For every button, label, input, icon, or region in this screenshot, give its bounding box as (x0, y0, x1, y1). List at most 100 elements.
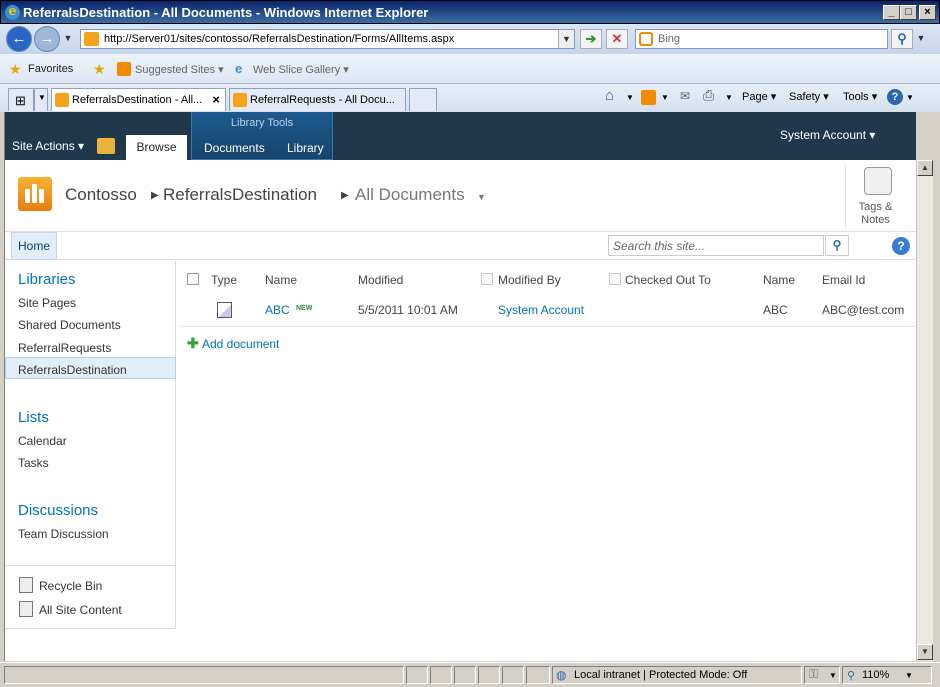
tab-referrals-destination[interactable]: ReferralsDestination - All... × (51, 88, 226, 111)
close-tab-icon[interactable]: × (212, 92, 220, 107)
quicklaunch-item[interactable]: Calendar (18, 434, 67, 448)
column-header-modified-by[interactable]: Modified By (498, 273, 561, 287)
zoom-icon: ⚲ (847, 670, 856, 682)
page-menu[interactable]: Page ▾ (742, 90, 776, 103)
tab-list-dropdown[interactable]: ▼ (34, 88, 48, 111)
scroll-up-button[interactable]: ▲ (917, 160, 933, 176)
quicklaunch-item[interactable]: Shared Documents (18, 318, 121, 332)
document-modified-by-link[interactable]: System Account (498, 303, 584, 317)
back-button[interactable]: ← (6, 26, 32, 52)
sharepoint-help-icon[interactable]: ? (892, 237, 910, 255)
history-dropdown[interactable]: ▼ (60, 29, 76, 49)
scroll-down-button[interactable]: ▼ (917, 644, 933, 660)
security-zone-text: Local intranet | Protected Mode: Off (574, 669, 748, 681)
go-button[interactable]: ➔ (580, 29, 602, 49)
home-nav-link[interactable]: Home (11, 232, 57, 260)
libraries-heading[interactable]: Libraries (18, 271, 76, 288)
maximize-button[interactable]: □ (900, 5, 917, 20)
minimize-button[interactable]: _ (883, 5, 900, 20)
help-dropdown[interactable]: ▼ (906, 93, 914, 102)
feeds-dropdown[interactable]: ▼ (661, 93, 669, 102)
lock-icon: ⚿ (809, 667, 819, 681)
protected-dropdown[interactable]: ▼ (829, 671, 837, 680)
column-header-modified[interactable]: Modified (358, 273, 403, 287)
documents-tab[interactable]: Documents (204, 141, 265, 155)
home-icon[interactable]: ⌂ (605, 87, 614, 104)
new-tab-button[interactable] (409, 88, 437, 111)
bing-search-box[interactable]: Bing (635, 29, 888, 49)
select-all-checkbox[interactable] (187, 273, 199, 285)
web-slice-gallery-link[interactable]: Web Slice Gallery ▾ (253, 63, 349, 76)
home-dropdown[interactable]: ▼ (626, 93, 634, 102)
quicklaunch-item[interactable]: Tasks (18, 456, 49, 470)
library-tab[interactable]: Library (287, 141, 324, 155)
navigate-up-icon[interactable] (97, 138, 115, 154)
feeds-icon[interactable] (641, 90, 656, 105)
lists-heading[interactable]: Lists (18, 409, 49, 426)
search-options-dropdown[interactable]: ▼ (914, 29, 928, 49)
site-actions-menu[interactable]: Site Actions ▾ (12, 139, 84, 153)
favorites-bar: ★ Favorites ★ Suggested Sites ▾ e Web Sl… (0, 54, 940, 84)
tags-notes-button[interactable]: Tags & Notes (845, 163, 905, 229)
add-document-link[interactable]: Add document (202, 337, 279, 351)
modified-by-checkbox[interactable] (481, 273, 493, 285)
help-icon[interactable]: ? (887, 89, 903, 105)
quicklaunch-item[interactable]: Team Discussion (18, 527, 109, 541)
status-cell (478, 666, 500, 684)
quicklaunch-item[interactable]: ReferralRequests (18, 341, 111, 355)
column-header-email[interactable]: Email Id (822, 273, 865, 287)
sharepoint-page: Site Actions ▾ Browse Library Tools Docu… (4, 112, 916, 661)
library-tools-label: Library Tools (230, 117, 294, 129)
close-window-button[interactable]: × (919, 5, 936, 20)
breadcrumb-separator-icon: ▶ (151, 190, 159, 201)
zoom-dropdown[interactable]: ▼ (905, 671, 913, 680)
forward-button[interactable]: → (34, 26, 60, 52)
site-search-input[interactable]: Search this site... (608, 235, 824, 256)
all-site-content-link[interactable]: All Site Content (39, 603, 122, 617)
quick-tabs-button[interactable]: ⊞ (8, 88, 34, 111)
safety-menu[interactable]: Safety ▾ (789, 90, 829, 103)
stop-button[interactable]: ✕ (606, 29, 628, 49)
bing-icon (639, 32, 653, 46)
recycle-bin-link[interactable]: Recycle Bin (39, 579, 102, 593)
document-name-link[interactable]: ABC (265, 303, 290, 317)
address-dropdown[interactable]: ▼ (558, 30, 574, 48)
window-title: ReferralsDestination - All Documents - W… (23, 5, 429, 20)
site-search-button[interactable]: ⚲ (825, 235, 849, 256)
column-header-type[interactable]: Type (211, 273, 237, 287)
suggested-sites-link[interactable]: Suggested Sites ▾ (135, 63, 224, 76)
mail-icon[interactable]: ✉ (680, 89, 690, 103)
browse-tab[interactable]: Browse (126, 135, 187, 160)
breadcrumb-list[interactable]: ReferralsDestination (163, 185, 317, 205)
tab-referral-requests[interactable]: ReferralRequests - All Docu... (229, 88, 406, 111)
library-tools-group: Library Tools Documents Library (191, 112, 333, 160)
favorites-button[interactable]: Favorites (28, 63, 73, 75)
column-header-name2[interactable]: Name (763, 273, 795, 287)
search-button[interactable]: ⚲ (891, 29, 913, 49)
site-logo-icon[interactable] (18, 177, 52, 211)
quicklaunch-item[interactable]: Site Pages (18, 296, 76, 310)
column-header-checked-out-to[interactable]: Checked Out To (625, 273, 711, 287)
all-site-content-icon (19, 601, 33, 617)
divider (5, 565, 176, 566)
breadcrumb-view[interactable]: All Documents (355, 185, 465, 205)
document-type-icon[interactable] (217, 302, 232, 318)
tools-menu[interactable]: Tools ▾ (843, 90, 877, 103)
sharepoint-page-icon (84, 32, 99, 46)
print-icon[interactable]: ⎙ (703, 87, 714, 104)
discussions-heading[interactable]: Discussions (18, 502, 98, 519)
breadcrumb-site[interactable]: Contosso (65, 185, 137, 205)
checked-out-checkbox[interactable] (609, 273, 621, 285)
vertical-scrollbar[interactable]: ▲ ▼ (916, 160, 933, 661)
quicklaunch-item-selected[interactable]: ReferralsDestination (18, 363, 127, 377)
account-menu[interactable]: System Account ▾ (780, 128, 875, 142)
new-badge: NEW (296, 305, 313, 312)
view-dropdown-icon[interactable]: ▼ (477, 192, 486, 202)
status-bar: ◍ Local intranet | Protected Mode: Off ⚿… (0, 662, 940, 687)
add-favorite-icon[interactable]: ★ (93, 61, 106, 78)
recycle-bin-icon (19, 577, 33, 593)
column-header-name[interactable]: Name (265, 273, 297, 287)
print-dropdown[interactable]: ▼ (725, 93, 733, 102)
status-cell (430, 666, 452, 684)
address-bar[interactable]: http://Server01/sites/contosso/Referrals… (80, 29, 575, 49)
